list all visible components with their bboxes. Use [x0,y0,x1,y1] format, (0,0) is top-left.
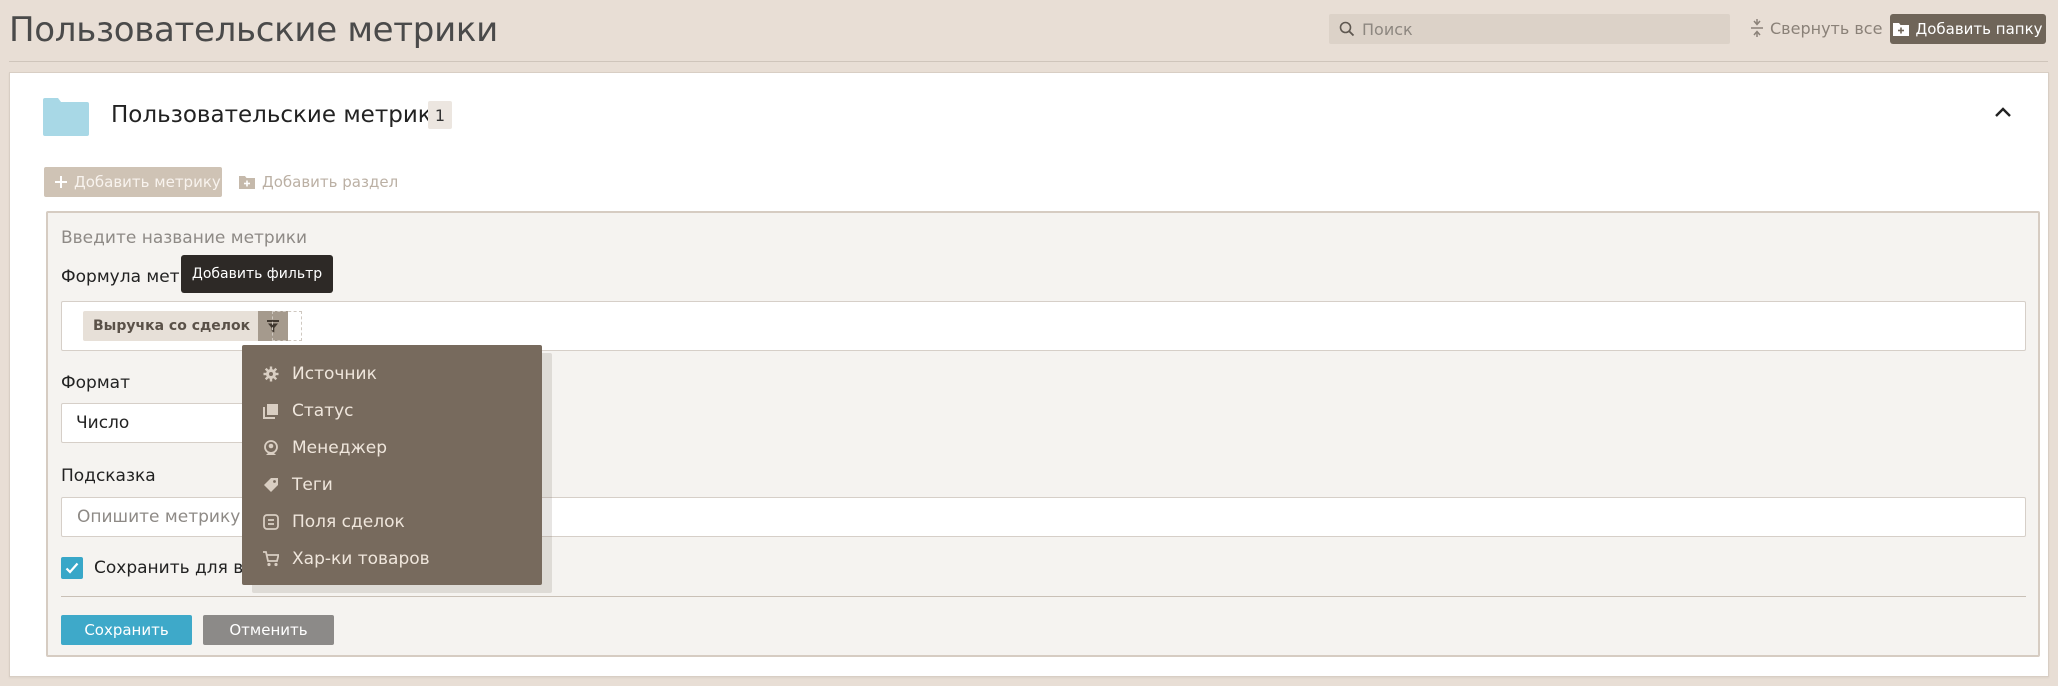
search-input[interactable] [1362,19,1712,39]
format-label: Формат [61,373,130,393]
collapse-icon [1751,19,1763,37]
add-metric-button[interactable]: Добавить метрику [44,167,222,197]
chevron-up-icon[interactable] [1995,107,2011,117]
save-for-all-label: Сохранить для вс [94,558,253,578]
filter-menu-item-label: Менеджер [292,437,388,458]
add-section-button[interactable]: Добавить раздел [239,170,398,194]
save-button[interactable]: Сохранить [61,615,192,645]
filter-menu-item-status[interactable]: Статус [242,392,542,429]
format-select-value: Число [76,413,130,433]
cancel-button[interactable]: Отменить [203,615,334,645]
folder-icon [43,98,89,136]
filter-menu-item-label: Хар-ки товаров [292,548,430,569]
formula-field[interactable]: Выручка со сделок [61,301,2026,351]
filter-menu-item-label: Статус [292,400,354,421]
metric-name-input[interactable] [61,225,661,251]
form-divider [61,596,2026,597]
filter-menu: Источник Статус Менеджер Теги Поля сдело… [242,345,542,585]
filter-menu-item-label: Теги [292,474,333,495]
cart-icon [263,550,279,566]
collapse-all-button[interactable]: Свернуть все [1750,16,1882,40]
filter-menu-item-manager[interactable]: Менеджер [242,429,542,466]
gear-icon [263,366,279,381]
filter-menu-item-label: Источник [292,363,377,384]
filter-menu-item-label: Поля сделок [292,511,405,532]
search-box[interactable] [1329,14,1730,44]
copy-icon [263,403,278,419]
checkmark-icon [65,562,79,574]
filter-menu-item-product-props[interactable]: Хар-ки товаров [242,540,542,577]
hint-label: Подсказка [61,466,156,486]
page-title: Пользовательские метрики [9,10,498,50]
add-filter-tooltip: Добавить фильтр [181,255,333,293]
add-metric-label: Добавить метрику [74,173,221,191]
folder-plus-icon [239,176,255,189]
metric-count-badge: 1 [428,101,452,129]
formula-chip-label: Выручка со сделок [93,318,251,334]
folder-plus-icon [1893,23,1910,36]
formula-chip[interactable]: Выручка со сделок [83,311,289,341]
save-for-all-checkbox[interactable] [61,557,83,579]
user-icon [264,439,278,455]
plus-icon [55,176,67,188]
filter-menu-item-tags[interactable]: Теги [242,466,542,503]
formula-empty-slot[interactable] [272,311,302,341]
filter-menu-item-source[interactable]: Источник [242,355,542,392]
header-divider [9,61,2048,62]
add-folder-label: Добавить папку [1915,20,2043,38]
search-icon [1339,21,1355,37]
collapse-all-label: Свернуть все [1770,18,1883,38]
folder-title: Пользовательские метрики [111,102,447,128]
add-section-label: Добавить раздел [262,173,399,191]
filter-menu-item-deal-fields[interactable]: Поля сделок [242,503,542,540]
tag-icon [264,477,278,492]
formula-label: Формула метр [61,267,191,287]
add-folder-button[interactable]: Добавить папку [1890,14,2046,44]
fields-icon [263,513,279,530]
